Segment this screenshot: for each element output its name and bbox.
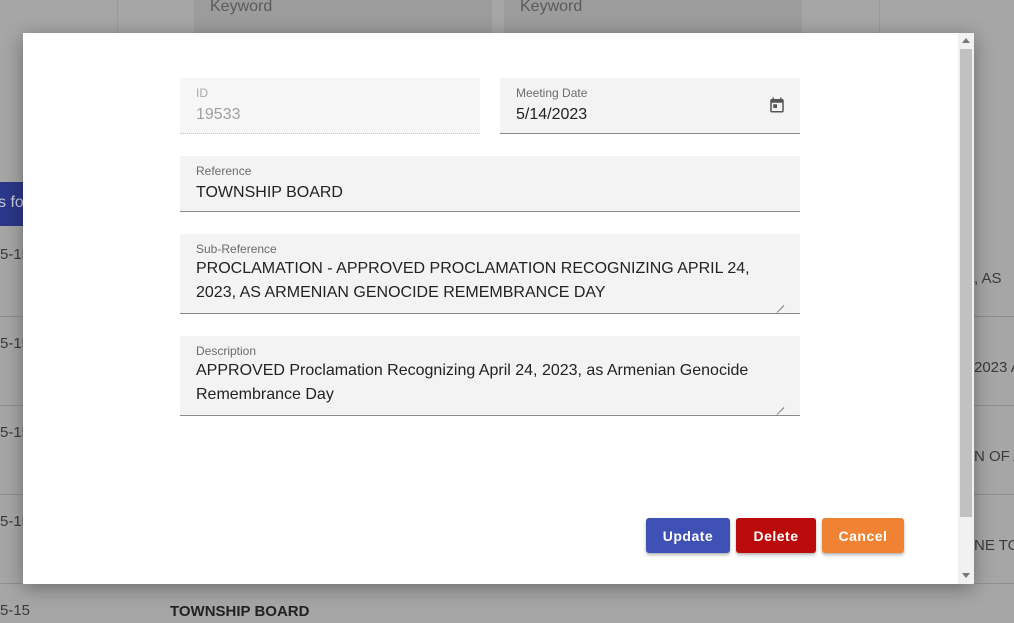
calendar-icon[interactable] <box>768 96 786 114</box>
background-cell: , AS <box>974 270 1002 287</box>
background-tab-label: s fo <box>0 194 23 211</box>
scroll-down-arrow-icon[interactable] <box>962 573 970 578</box>
delete-button[interactable]: Delete <box>736 518 816 553</box>
id-field: ID 19533 <box>180 78 480 134</box>
resize-handle-icon[interactable] <box>776 298 784 306</box>
meeting-date-label: Meeting Date <box>516 86 588 100</box>
scrollbar-thumb[interactable] <box>960 49 972 517</box>
meeting-date-field[interactable]: Meeting Date 5/14/2023 <box>500 78 800 134</box>
background-keyword-input: Keyword <box>194 0 492 33</box>
id-value: 19533 <box>196 106 241 123</box>
background-keyword-placeholder: Keyword <box>520 0 583 15</box>
background-row-divider <box>974 316 1014 317</box>
background-row-divider <box>0 494 23 495</box>
resize-handle-icon[interactable] <box>776 400 784 408</box>
reference-label: Reference <box>196 164 252 178</box>
description-field[interactable]: Description APPROVED Proclamation Recogn… <box>180 336 800 416</box>
background-row-divider <box>974 494 1014 495</box>
description-label: Description <box>196 344 257 358</box>
background-cell: 2023 A <box>974 359 1014 376</box>
update-button[interactable]: Update <box>646 518 730 553</box>
background-reference-cell: TOWNSHIP BOARD <box>170 603 310 620</box>
background-row-divider <box>0 405 23 406</box>
background-row-divider <box>0 583 23 584</box>
cancel-button[interactable]: Cancel <box>822 518 904 553</box>
sub-reference-textarea[interactable]: PROCLAMATION - APPROVED PROCLAMATION REC… <box>196 257 780 305</box>
id-label: ID <box>196 86 208 100</box>
background-cell: N OF A <box>974 448 1014 465</box>
sub-reference-label: Sub-Reference <box>196 242 277 256</box>
scroll-up-arrow-icon[interactable] <box>962 38 970 43</box>
background-divider <box>879 0 880 33</box>
description-textarea[interactable]: APPROVED Proclamation Recognizing April … <box>196 359 780 407</box>
sub-reference-field[interactable]: Sub-Reference PROCLAMATION - APPROVED PR… <box>180 234 800 314</box>
background-keyword-placeholder: Keyword <box>210 0 273 15</box>
background-row-divider <box>974 583 1014 584</box>
background-cell: NE TO <box>974 537 1014 554</box>
background-keyword-input: Keyword <box>504 0 802 33</box>
edit-record-dialog: ID 19533 Meeting Date 5/14/2023 Referenc… <box>23 33 974 584</box>
background-tab: s fo <box>0 182 23 226</box>
reference-field[interactable]: Reference TOWNSHIP BOARD <box>180 156 800 212</box>
background-row-divider <box>974 405 1014 406</box>
background-row-divider <box>0 316 23 317</box>
reference-value[interactable]: TOWNSHIP BOARD <box>196 181 343 205</box>
dialog-scrollbar[interactable] <box>958 33 974 584</box>
background-cell: 5-15 <box>0 602 31 619</box>
background-divider <box>117 0 118 33</box>
meeting-date-value[interactable]: 5/14/2023 <box>516 103 587 127</box>
